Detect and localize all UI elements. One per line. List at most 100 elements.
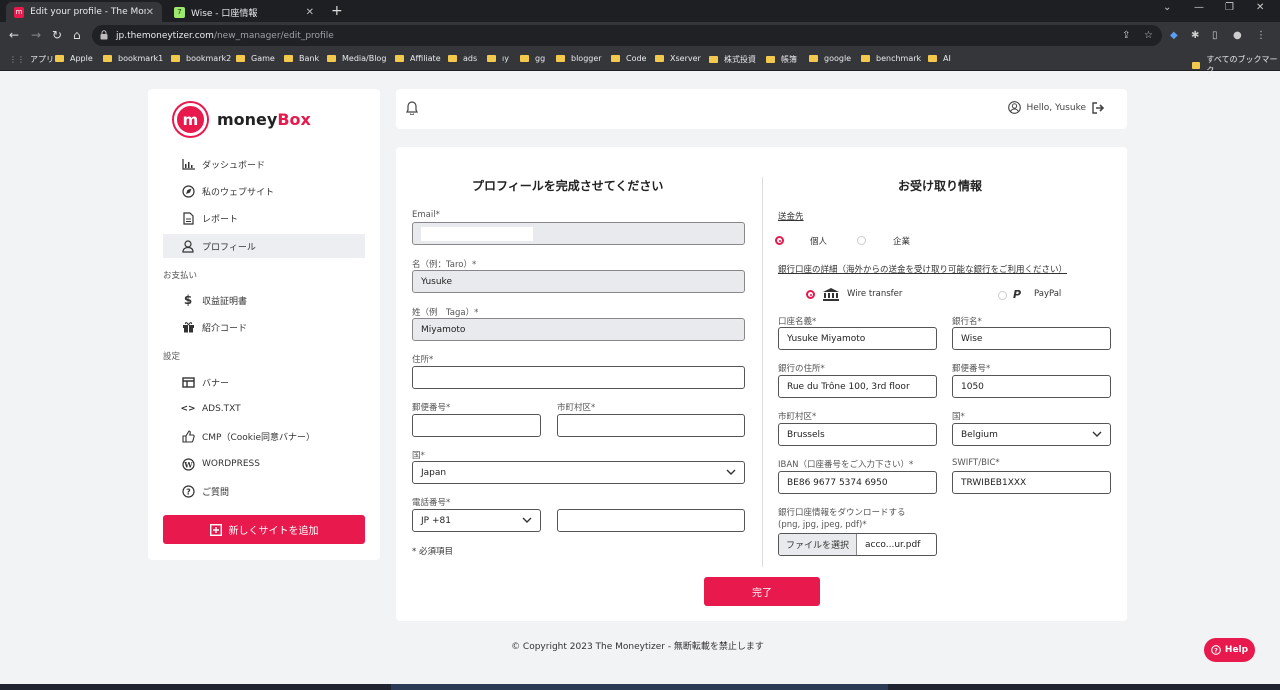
extension-icon[interactable]: ◆ xyxy=(1170,30,1178,41)
restore-icon[interactable]: ❐ xyxy=(1225,2,1234,13)
postal-code-field[interactable] xyxy=(412,414,541,437)
sidebar-item-faq[interactable]: ? ご質問 xyxy=(181,479,229,503)
bookmark-item[interactable]: Affiliate xyxy=(395,54,441,63)
upload-label-line1: 銀行口座情報をダウンロードする xyxy=(778,508,906,518)
required-note: * 必須項目 xyxy=(412,547,453,557)
svg-text:?: ? xyxy=(1214,647,1218,655)
swift-field[interactable]: TRWIBEB1XXX xyxy=(952,471,1111,494)
window-close-icon[interactable]: ✕ xyxy=(1256,2,1264,13)
all-bookmarks[interactable]: すべてのブックマーク xyxy=(1192,54,1280,76)
phone-code-select[interactable]: JP +81 xyxy=(412,509,541,532)
star-icon[interactable]: ☆ xyxy=(1144,30,1153,41)
bookmark-item[interactable]: 株式投資 xyxy=(709,54,756,65)
choose-file-button[interactable]: ファイルを選択 xyxy=(779,534,858,555)
profile-card: プロフィールを完成させてください Email* 名（例：Taro）* Yusuk… xyxy=(396,147,1127,621)
tab-search-icon[interactable]: ⌄ xyxy=(1163,2,1171,13)
bank-address-label: 銀行の住所* xyxy=(778,364,825,374)
bookmark-item[interactable]: google xyxy=(809,54,851,63)
bookmark-item[interactable]: Apple xyxy=(55,54,93,63)
bank-icon xyxy=(822,288,840,304)
bookmark-item[interactable]: gg xyxy=(520,54,545,63)
bookmark-item[interactable]: Xserver xyxy=(655,54,701,63)
menu-icon[interactable]: ⋮ xyxy=(1256,30,1266,41)
address-field[interactable] xyxy=(412,366,745,389)
browser-tab-strip: m Edit your profile - The Moneybox ✕ 7 W… xyxy=(0,0,1280,22)
sidebar-item-income-certificate[interactable]: $ 収益証明書 xyxy=(181,288,247,312)
bookmark-item[interactable]: ıy xyxy=(487,54,509,63)
radio-individual[interactable] xyxy=(775,236,784,245)
bookmark-item[interactable]: AI xyxy=(928,54,951,63)
bell-icon[interactable] xyxy=(406,101,418,118)
last-name-field[interactable]: Miyamoto xyxy=(412,318,745,341)
sidepanel-icon[interactable]: ▯ xyxy=(1212,30,1218,41)
bookmark-item[interactable]: bookmark1 xyxy=(103,54,163,63)
gift-icon xyxy=(181,320,195,334)
dollar-icon: $ xyxy=(183,293,193,307)
account-name-field[interactable]: Yusuke Miyamoto xyxy=(778,327,937,350)
folder-icon xyxy=(284,55,293,62)
bookmark-item[interactable]: Game xyxy=(236,54,275,63)
reload-icon[interactable]: ↻ xyxy=(52,28,62,42)
bookmark-item[interactable]: ads xyxy=(448,54,477,63)
folder-icon xyxy=(171,55,180,62)
add-site-button[interactable]: 新しくサイトを追加 xyxy=(163,515,365,544)
city-field[interactable] xyxy=(557,414,745,437)
sidebar-item-websites[interactable]: 私のウェブサイト xyxy=(181,179,274,203)
close-icon[interactable]: ✕ xyxy=(146,7,154,18)
sidebar-item-dashboard[interactable]: ダッシュボード xyxy=(181,152,265,176)
user-menu[interactable]: Hello, Yusuke xyxy=(1008,101,1105,114)
bank-address-field[interactable]: Rue du Trône 100, 3rd floor xyxy=(778,375,937,398)
sidebar-item-ads-txt[interactable]: <> ADS.TXT xyxy=(180,397,240,421)
sidebar-item-report[interactable]: レポート xyxy=(181,206,238,230)
email-field[interactable] xyxy=(412,222,745,245)
iban-field[interactable]: BE86 9677 5374 6950 xyxy=(778,471,937,494)
sidebar: m moneyBox ダッシュボード 私のウェブサイト レポート プロフィール … xyxy=(148,89,380,560)
country-select[interactable]: Japan xyxy=(412,461,745,484)
share-icon[interactable]: ⇪ xyxy=(1122,30,1130,41)
email-label: Email* xyxy=(412,210,440,220)
folder-icon xyxy=(766,56,775,63)
bookmark-item[interactable]: Media/Blog xyxy=(327,54,386,63)
sidebar-item-banner[interactable]: バナー xyxy=(181,370,229,394)
sidebar-item-profile[interactable]: プロフィール xyxy=(163,234,365,258)
file-upload[interactable]: ファイルを選択 acco...ur.pdf xyxy=(778,533,937,556)
first-name-field[interactable]: Yusuke xyxy=(412,270,745,293)
bank-country-select[interactable]: Belgium xyxy=(952,423,1111,446)
company-label: 企業 xyxy=(893,237,911,247)
bank-city-field[interactable]: Brussels xyxy=(778,423,937,446)
folder-icon xyxy=(861,55,870,62)
phone-number-field[interactable] xyxy=(557,509,745,532)
bookmarks-bar: ⋮⋮ アプリ Apple bookmark1 bookmark2 Game Ban… xyxy=(0,49,1280,75)
tab-moneybox[interactable]: m Edit your profile - The Moneybox ✕ xyxy=(6,2,162,22)
sidebar-item-referral[interactable]: 紹介コード xyxy=(181,315,247,339)
bookmark-apps[interactable]: ⋮⋮ アプリ xyxy=(9,54,54,65)
close-icon[interactable]: ✕ xyxy=(306,7,314,18)
bookmark-item[interactable]: Bank xyxy=(284,54,319,63)
forward-icon[interactable]: → xyxy=(31,28,41,42)
iban-label: IBAN（口座番号をご入力下さい）* xyxy=(778,460,914,470)
url-bar[interactable]: jp.themoneytizer.com/new_manager/edit_pr… xyxy=(92,25,1162,46)
brand-logo[interactable]: m moneyBox xyxy=(174,103,311,136)
help-button[interactable]: ? Help xyxy=(1204,638,1255,662)
puzzle-icon[interactable]: ✱ xyxy=(1191,30,1199,41)
avatar[interactable]: ● xyxy=(1233,30,1242,41)
bookmark-item[interactable]: benchmark xyxy=(861,54,921,63)
sidebar-item-cmp[interactable]: CMP（Cookie同意バナー） xyxy=(181,424,315,448)
bookmark-item[interactable]: blogger xyxy=(556,54,602,63)
home-icon[interactable]: ⌂ xyxy=(73,28,81,42)
radio-paypal[interactable] xyxy=(998,291,1007,300)
tab-wise[interactable]: 7 Wise - 口座情報 ✕ xyxy=(166,2,322,22)
back-icon[interactable]: ← xyxy=(9,28,19,42)
radio-company[interactable] xyxy=(857,236,866,245)
submit-button[interactable]: 完了 xyxy=(704,577,820,606)
minimize-icon[interactable]: — xyxy=(1194,2,1204,13)
bookmark-item[interactable]: bookmark2 xyxy=(171,54,231,63)
bookmark-item[interactable]: Code xyxy=(611,54,646,63)
radio-wire-transfer[interactable] xyxy=(806,290,815,299)
logout-icon[interactable] xyxy=(1092,101,1105,114)
bank-postal-field[interactable]: 1050 xyxy=(952,375,1111,398)
bookmark-item[interactable]: 帳簿 xyxy=(766,54,797,65)
sidebar-item-wordpress[interactable]: W WORDPRESS xyxy=(181,452,260,476)
bank-name-field[interactable]: Wise xyxy=(952,327,1111,350)
new-tab-icon[interactable]: + xyxy=(331,3,343,19)
